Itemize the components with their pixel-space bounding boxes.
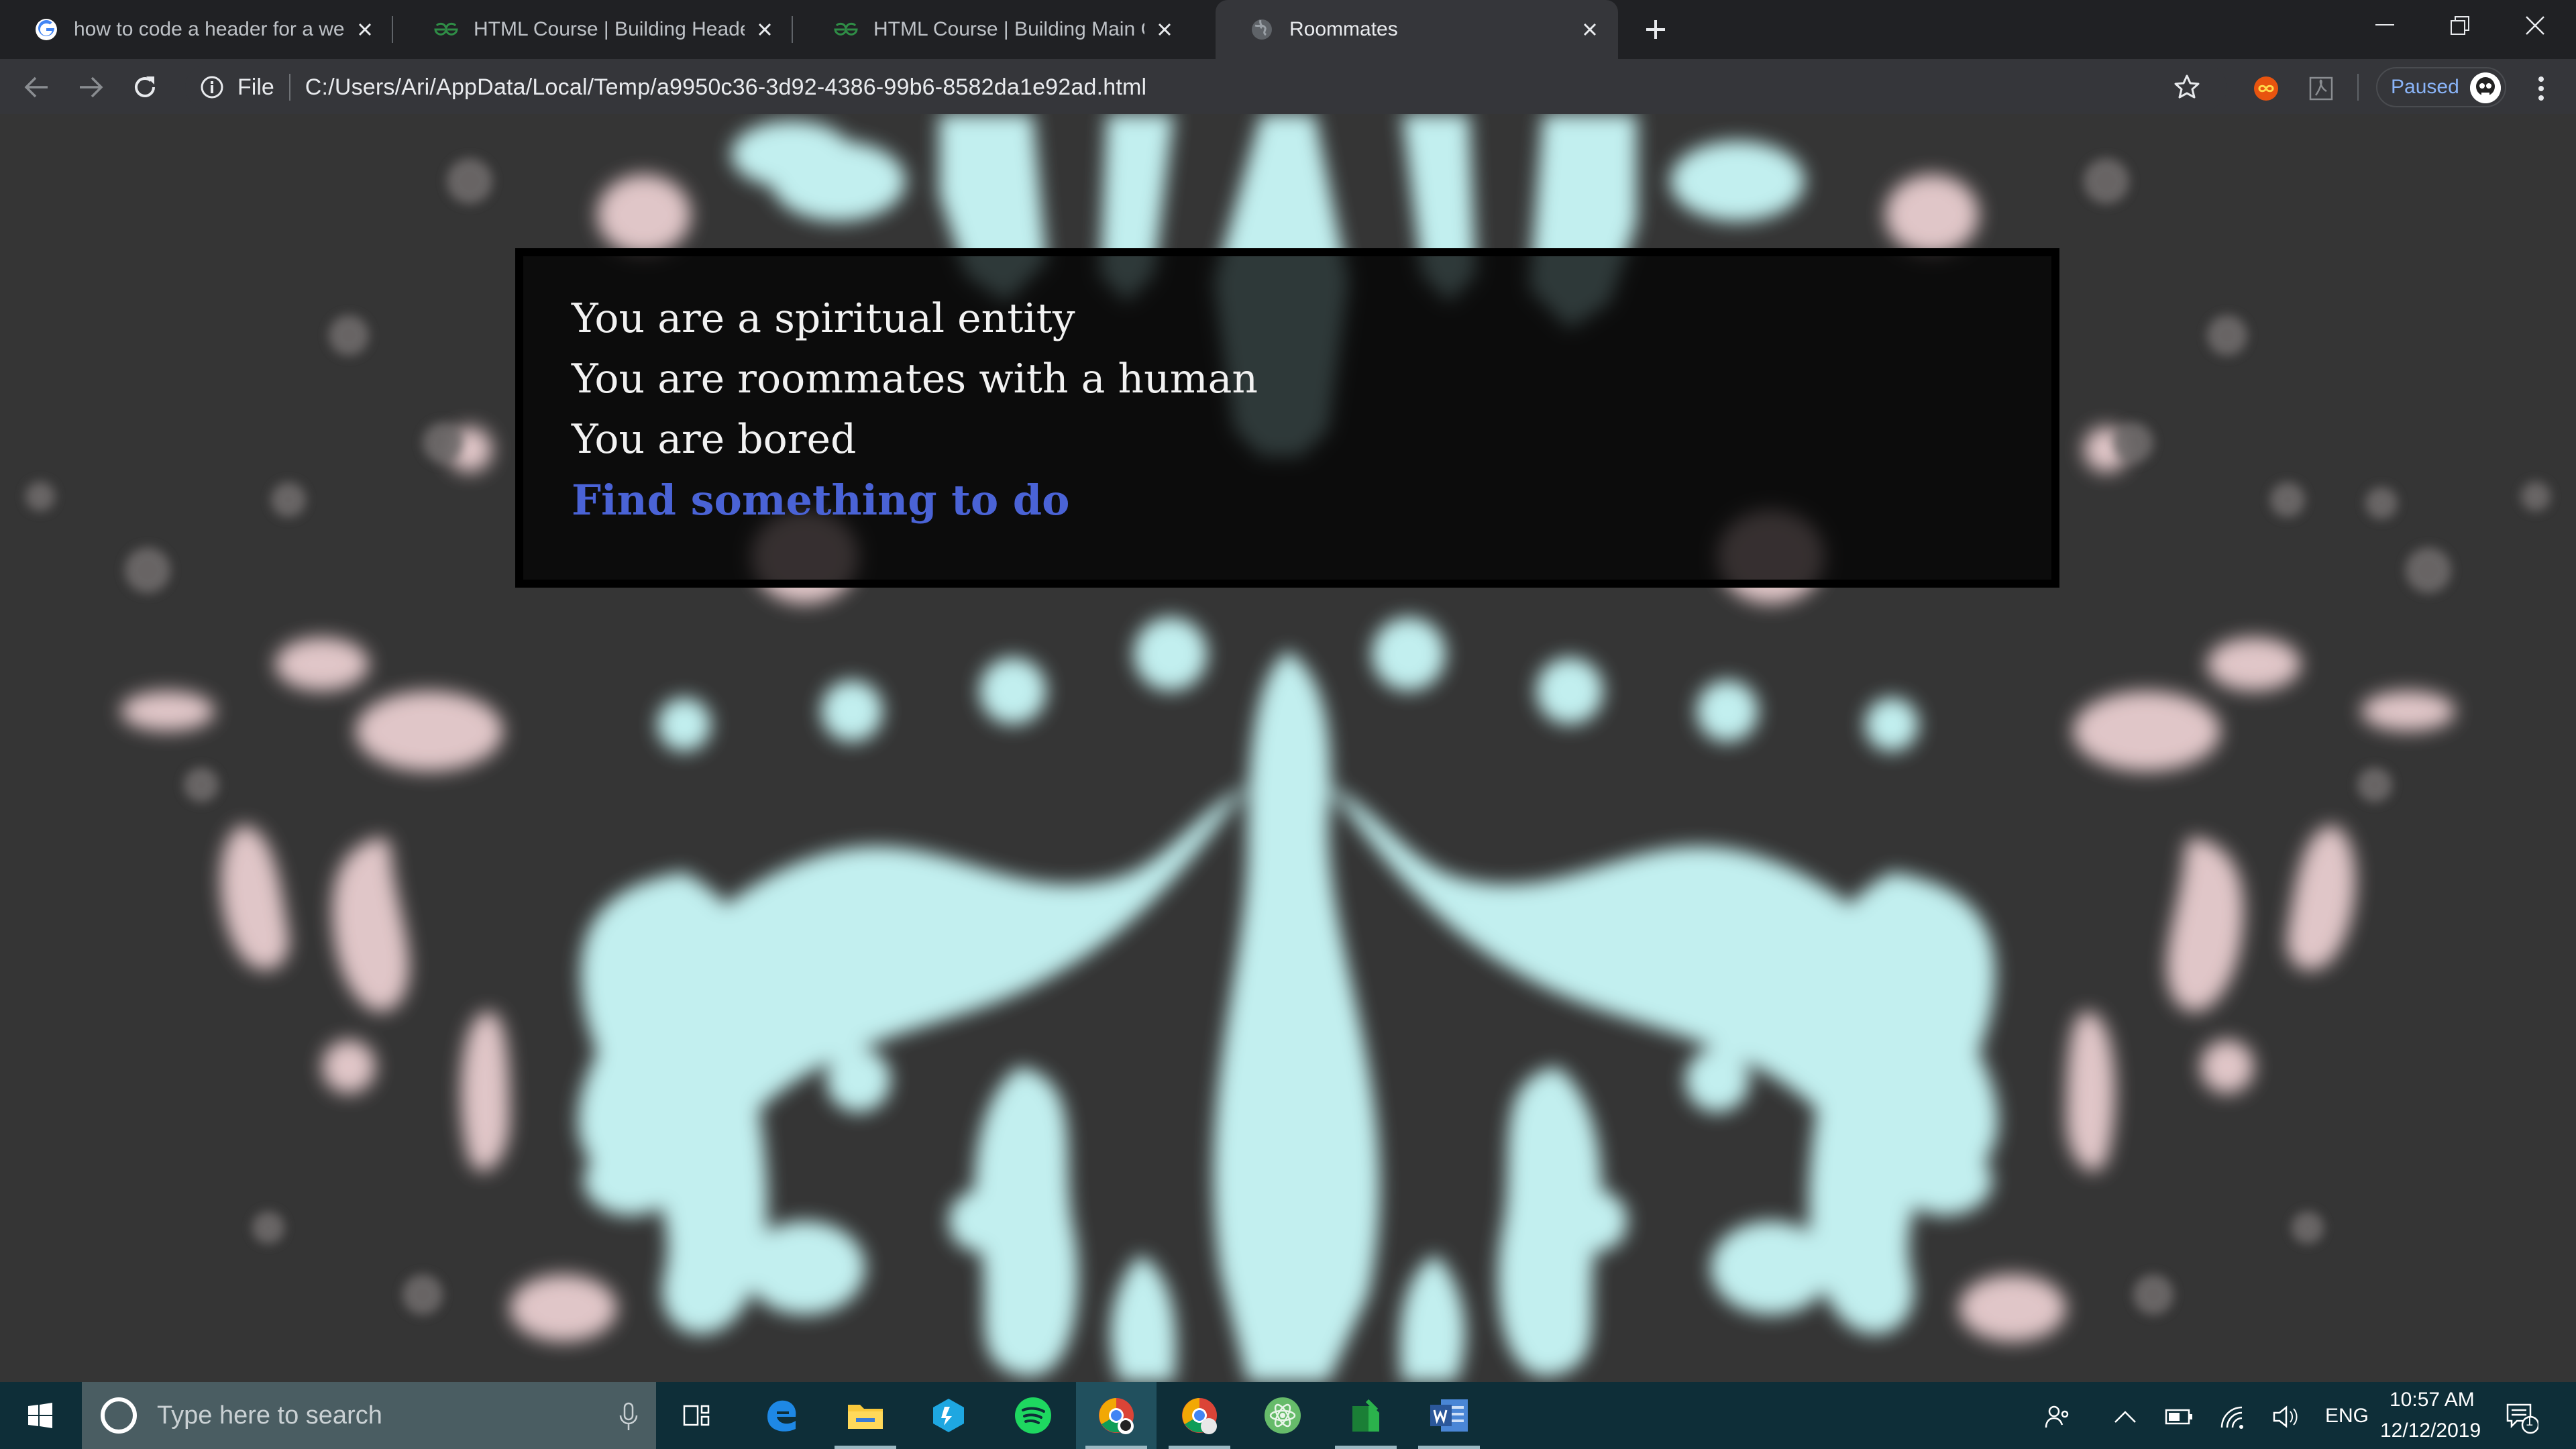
story-line-bored: You are bored [572,416,857,463]
browser-toolbar: File C:/Users/Ari/AppData/Local/Temp/a99… [0,59,2576,114]
taskbar-word[interactable] [1409,1382,1489,1449]
close-icon[interactable] [1152,17,1177,42]
page-viewport: You are a spiritual entity You are roomm… [0,114,2576,1382]
chrome-icon [1182,1398,1217,1434]
arrow-left-icon [24,76,48,98]
minimize-icon [2375,24,2394,25]
close-icon [2526,16,2544,35]
geeksforgeeks-icon [433,17,459,42]
tab-title: how to code a header for a website [74,18,345,40]
taskbar-box[interactable] [908,1382,989,1449]
taskbar-feedly[interactable] [1326,1382,1406,1449]
back-button[interactable] [17,68,55,106]
task-view-button[interactable] [656,1382,737,1449]
volume-icon[interactable] [2270,1402,2300,1432]
action-center-button[interactable]: 1 [2502,1398,2540,1436]
feedly-icon [1352,1399,1379,1432]
tab-html-course-header[interactable]: HTML Course | Building Header of the Web… [400,0,793,59]
bookmark-star-icon[interactable] [2174,74,2200,101]
restore-icon [2451,16,2469,35]
word-icon [1430,1399,1468,1432]
tab-title: HTML Course | Building Header of the Web… [474,18,745,40]
notification-icon [2506,1403,2538,1434]
browser-menu-button[interactable] [2528,70,2555,107]
profile-button[interactable]: Paused [2376,67,2506,107]
taskbar-chrome[interactable] [1159,1382,1240,1449]
browser-tab-strip: how to code a header for a website HTML … [0,0,2576,59]
close-icon[interactable] [1578,17,1602,42]
task-view-icon [683,1405,710,1426]
minimize-window-button[interactable] [2348,0,2422,51]
profile-status-label: Paused [2391,76,2459,98]
tab-title: HTML Course | Building Main Content [873,18,1144,40]
spotify-icon [1015,1397,1051,1434]
tab-roommates[interactable]: Roommates [1216,0,1618,59]
people-icon[interactable] [2043,1402,2073,1432]
battery-icon[interactable] [2164,1402,2194,1432]
story-line-entity: You are a spiritual entity [572,295,1075,342]
edge-icon [767,1400,796,1432]
close-window-button[interactable] [2498,0,2572,51]
story-panel: You are a spiritual entity You are roomm… [515,248,2059,588]
find-something-link[interactable]: Find something to do [572,470,2051,531]
windows-taskbar: Type here to search ENG 10:57 AM 12/12/2… [0,1382,2576,1449]
microphone-icon[interactable] [619,1402,639,1432]
clock-time[interactable]: 10:57 AM [2390,1389,2475,1411]
google-icon [34,17,59,42]
more-vert-icon [2538,76,2544,101]
url-text[interactable]: C:/Users/Ari/AppData/Local/Temp/a9950c36… [305,74,1147,101]
atom-icon [1265,1397,1301,1434]
forward-button[interactable] [72,68,110,106]
divider [288,74,290,101]
start-button[interactable] [0,1382,80,1449]
avatar [2470,72,2501,103]
tab-title: Roommates [1289,18,1398,40]
box-app-icon [933,1399,964,1432]
chrome-icon [1099,1398,1134,1434]
taskbar-chrome-profile[interactable] [1076,1382,1157,1449]
geeksforgeeks-icon [833,17,859,42]
folder-icon [848,1405,883,1429]
taskbar-search-box[interactable]: Type here to search [82,1382,656,1449]
url-scheme-label: File [237,74,274,100]
taskbar-spotify[interactable] [993,1382,1073,1449]
search-placeholder: Type here to search [157,1401,382,1430]
wifi-icon[interactable] [2218,1402,2247,1432]
reload-button[interactable] [126,68,164,106]
plus-icon [1646,20,1665,39]
taskbar-atom[interactable] [1242,1382,1323,1449]
extension-icon[interactable] [2251,74,2281,103]
taskbar-edge[interactable] [741,1382,821,1449]
taskbar-file-explorer[interactable] [825,1382,906,1449]
language-indicator[interactable]: ENG [2325,1405,2369,1428]
new-tab-button[interactable] [1637,13,1674,46]
clock-date[interactable]: 12/12/2019 [2380,1419,2481,1442]
restore-window-button[interactable] [2423,0,2497,51]
tab-html-course-main-content[interactable]: HTML Course | Building Main Content [800,0,1193,59]
arrow-right-icon [80,76,103,98]
info-icon[interactable] [199,74,225,101]
tab-separator [392,16,393,43]
reload-icon [135,76,155,97]
pdf-extension-icon[interactable] [2306,74,2336,103]
cortana-icon [101,1397,137,1434]
close-icon[interactable] [353,17,377,42]
story-line-roommates: You are roommates with a human [572,356,1258,402]
windows-logo-icon [28,1403,52,1428]
notification-count: 1 [2526,1414,2534,1429]
globe-icon [1249,17,1275,42]
divider [2357,74,2359,101]
tab-google-search[interactable]: how to code a header for a website [0,0,393,59]
address-bar[interactable]: File C:/Users/Ari/AppData/Local/Temp/a99… [185,64,2227,110]
tab-separator [792,16,793,43]
close-icon[interactable] [753,17,777,42]
chevron-up-icon[interactable] [2110,1402,2140,1432]
